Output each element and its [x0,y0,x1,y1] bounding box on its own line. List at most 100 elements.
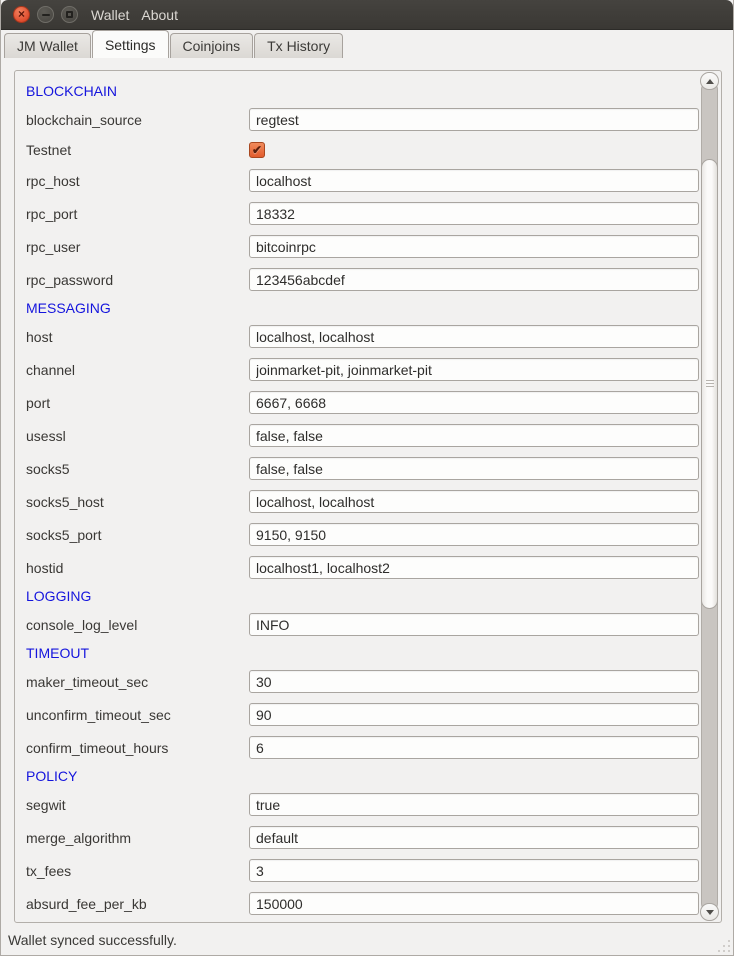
field-label: absurd_fee_per_kb [26,896,249,912]
field-input-socks5_port[interactable] [249,523,699,546]
field-input-rpc_host[interactable] [249,169,699,192]
scrollbar-thumb[interactable] [701,159,718,609]
field-label: socks5 [26,461,249,477]
setting-row: rpc_host [26,164,700,197]
tab-jm-wallet[interactable]: JM Wallet [4,33,91,58]
status-bar: Wallet synced successfully. [1,925,733,955]
field-input-host[interactable] [249,325,699,348]
setting-row: console_log_level [26,608,700,641]
field-input-socks5_host[interactable] [249,490,699,513]
field-input-socks5[interactable] [249,457,699,480]
field-label: port [26,395,249,411]
setting-row: tx_fees [26,854,700,887]
field-label: console_log_level [26,617,249,633]
field-input-rpc_user[interactable] [249,235,699,258]
field-label: host [26,329,249,345]
setting-row: blockchain_source [26,103,700,136]
tab-tx-history[interactable]: Tx History [254,33,343,58]
titlebar: × Wallet About [1,0,733,30]
field-label: unconfirm_timeout_sec [26,707,249,723]
section-header-label: LOGGING [26,588,91,604]
status-text: Wallet synced successfully. [8,932,177,948]
section-header-logging: LOGGING [26,584,700,608]
app-window: × Wallet About JM Wallet Settings Coinjo… [0,0,734,956]
setting-row [26,920,700,922]
maximize-icon [66,11,73,18]
menu-wallet[interactable]: Wallet [85,0,135,29]
settings-form: BLOCKCHAIN blockchain_source Testnet✔ rpc_h… [15,71,700,922]
field-input-console_log_level[interactable] [249,613,699,636]
setting-row: rpc_port [26,197,700,230]
setting-row: confirm_timeout_hours [26,731,700,764]
section-header-label: TIMEOUT [26,645,89,661]
field-input-merge_algorithm[interactable] [249,826,699,849]
field-label: channel [26,362,249,378]
field-input-segwit[interactable] [249,793,699,816]
setting-row: socks5_port [26,518,700,551]
settings-scroll-area: BLOCKCHAIN blockchain_source Testnet✔ rpc_h… [14,70,722,923]
field-label: rpc_port [26,206,249,222]
field-input-unconfirm_timeout_sec[interactable] [249,703,699,726]
scroll-up-button[interactable] [700,72,719,90]
field-label: usessl [26,428,249,444]
tab-coinjoins[interactable]: Coinjoins [170,33,254,58]
setting-row: socks5_host [26,485,700,518]
field-label: hostid [26,560,249,576]
section-header-blockchain: BLOCKCHAIN [26,79,700,103]
close-button[interactable]: × [13,6,30,23]
field-label: confirm_timeout_hours [26,740,249,756]
setting-row: usessl [26,419,700,452]
field-input-port[interactable] [249,391,699,414]
section-header-timeout: TIMEOUT [26,641,700,665]
close-icon: × [18,8,25,20]
setting-row: port [26,386,700,419]
setting-row: maker_timeout_sec [26,665,700,698]
setting-row: Testnet✔ [26,136,700,164]
minimize-button[interactable] [37,6,54,23]
field-input-confirm_timeout_hours[interactable] [249,736,699,759]
maximize-button[interactable] [61,6,78,23]
setting-row: rpc_password [26,263,700,296]
field-input-absurd_fee_per_kb[interactable] [249,892,699,915]
vertical-scrollbar[interactable] [700,72,720,921]
tab-bar: JM Wallet Settings Coinjoins Tx History [1,30,733,58]
field-label: rpc_password [26,272,249,288]
field-label: merge_algorithm [26,830,249,846]
setting-row: rpc_user [26,230,700,263]
setting-row: hostid [26,551,700,584]
testnet-checkbox[interactable]: ✔ [249,142,265,158]
field-input-blockchain_source[interactable] [249,108,699,131]
setting-row: unconfirm_timeout_sec [26,698,700,731]
field-input-tx_fees[interactable] [249,859,699,882]
field-label: blockchain_source [26,112,249,128]
field-input-rpc_password[interactable] [249,268,699,291]
section-header-policy: POLICY [26,764,700,788]
field-label: rpc_host [26,173,249,189]
menu-about[interactable]: About [135,0,184,29]
field-label: socks5_host [26,494,249,510]
field-input-maker_timeout_sec[interactable] [249,670,699,693]
setting-row: host [26,320,700,353]
checkmark-icon: ✔ [252,144,262,156]
arrow-up-icon [706,79,714,84]
field-label: rpc_user [26,239,249,255]
field-label: segwit [26,797,249,813]
setting-row: channel [26,353,700,386]
setting-row: merge_algorithm [26,821,700,854]
field-input-hostid[interactable] [249,556,699,579]
scrollbar-track[interactable] [701,81,718,912]
field-input-rpc_port[interactable] [249,202,699,225]
field-input-usessl[interactable] [249,424,699,447]
resize-grip[interactable] [716,938,730,952]
field-label: socks5_port [26,527,249,543]
field-label: Testnet [26,142,249,158]
minimize-icon [42,14,50,16]
tab-settings[interactable]: Settings [92,30,169,58]
field-label: tx_fees [26,863,249,879]
scrollbar-grip-icon [706,380,714,388]
setting-row: socks5 [26,452,700,485]
field-label: maker_timeout_sec [26,674,249,690]
arrow-down-icon [706,910,714,915]
scroll-down-button[interactable] [700,903,719,921]
field-input-channel[interactable] [249,358,699,381]
